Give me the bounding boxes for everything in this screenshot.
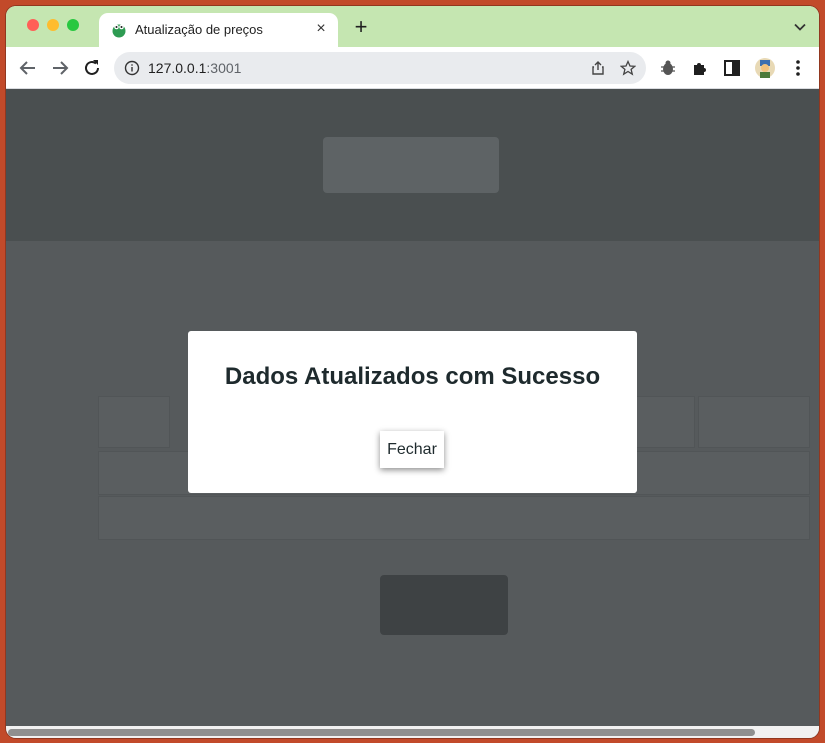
modal-title: Dados Atualizados com Sucesso — [224, 363, 601, 390]
table-row — [98, 496, 810, 540]
header-action-button-obscured — [323, 137, 499, 193]
reload-icon[interactable] — [81, 57, 103, 79]
update-button-obscured — [380, 575, 508, 635]
profile-avatar-icon[interactable] — [754, 57, 776, 79]
browser-window: Atualização de preços × + 127.0.0.1:3001 — [6, 6, 819, 738]
chevron-down-icon[interactable] — [793, 20, 807, 34]
bug-extension-icon[interactable] — [657, 57, 679, 79]
minimize-window-button[interactable] — [47, 19, 59, 31]
url-port: :3001 — [206, 60, 242, 76]
side-panel-icon[interactable] — [721, 57, 743, 79]
back-arrow-icon[interactable] — [17, 57, 39, 79]
url-text: 127.0.0.1:3001 — [148, 60, 241, 76]
extensions-puzzle-icon[interactable] — [689, 57, 711, 79]
new-tab-button[interactable]: + — [351, 16, 371, 38]
tab-active[interactable]: Atualização de preços × — [99, 13, 338, 47]
table-header-cell — [698, 396, 810, 448]
close-window-button[interactable] — [27, 19, 39, 31]
success-modal: Dados Atualizados com Sucesso Fechar — [188, 331, 637, 493]
more-menu-icon[interactable] — [787, 57, 809, 79]
address-bar[interactable]: 127.0.0.1:3001 — [114, 52, 646, 84]
maximize-window-button[interactable] — [67, 19, 79, 31]
close-tab-icon[interactable]: × — [312, 20, 330, 38]
page-content: Dados Atualizados com Sucesso Fechar — [6, 89, 819, 738]
tab-title: Atualização de preços — [135, 22, 263, 37]
forward-arrow-icon[interactable] — [49, 57, 71, 79]
scrollbar-thumb[interactable] — [8, 729, 755, 736]
share-icon[interactable] — [590, 60, 606, 76]
horizontal-scrollbar[interactable] — [6, 726, 819, 738]
favicon-icon — [112, 24, 126, 38]
info-icon[interactable] — [124, 60, 140, 76]
tab-strip: Atualização de preços × + — [6, 6, 819, 47]
close-modal-button[interactable]: Fechar — [380, 431, 444, 468]
url-host: 127.0.0.1 — [148, 60, 207, 76]
page-header — [6, 89, 819, 241]
browser-toolbar: 127.0.0.1:3001 — [6, 47, 819, 89]
table-header-cell — [98, 396, 170, 448]
bookmark-star-icon[interactable] — [620, 60, 636, 76]
